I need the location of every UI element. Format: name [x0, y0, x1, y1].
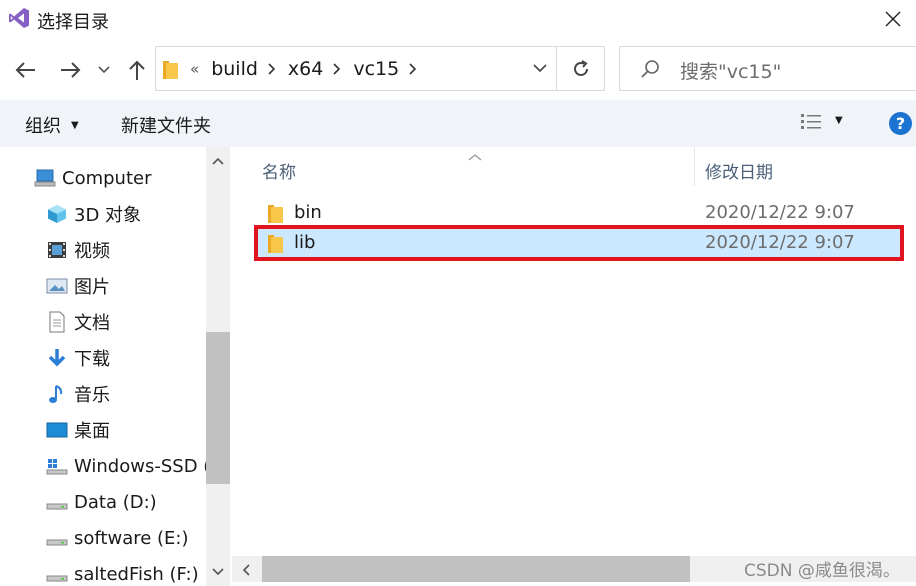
nav-item-documents[interactable]: 文档 [46, 307, 110, 337]
chevron-right-icon[interactable] [409, 62, 417, 75]
app-logo-icon [8, 7, 30, 29]
forward-arrow-icon [61, 62, 81, 78]
nav-item-label: 音乐 [74, 385, 110, 406]
column-header-name[interactable]: 名称 [262, 158, 296, 183]
question-icon: ? [895, 114, 906, 133]
back-button[interactable] [10, 56, 40, 84]
recent-locations-button[interactable] [92, 56, 116, 84]
watermark: CSDN @咸鱼很渴。 [744, 561, 900, 581]
video-icon [46, 239, 68, 261]
download-icon [46, 347, 68, 369]
refresh-button[interactable] [556, 47, 605, 90]
nav-item-label: 图片 [74, 277, 110, 298]
drive-icon [46, 491, 68, 513]
nav-item-label: Windows-SSD ( [74, 455, 211, 477]
search-placeholder: 搜索"vc15" [680, 61, 782, 83]
breadcrumb-overflow[interactable]: « [190, 60, 199, 78]
desktop-icon [46, 419, 68, 441]
nav-item-computer[interactable]: Computer [34, 163, 151, 193]
nav-item-music[interactable]: 音乐 [46, 379, 110, 409]
close-icon [885, 11, 901, 27]
breadcrumb-build[interactable]: build [211, 58, 258, 80]
nav-item-label: Data (D:) [74, 491, 157, 513]
back-arrow-icon [15, 62, 35, 78]
search-box[interactable]: 搜索"vc15" [619, 46, 916, 91]
annotation-highlight-box [254, 225, 904, 261]
window-title: 选择目录 [37, 12, 109, 33]
organize-label: 组织 [25, 116, 61, 137]
breadcrumb: « build x64 vc15 [190, 47, 429, 90]
nav-item-label: Computer [62, 167, 152, 189]
nav-item-desktop[interactable]: 桌面 [46, 415, 110, 445]
nav-item-label: 3D 对象 [74, 205, 142, 226]
nav-item-downloads[interactable]: 下载 [46, 343, 110, 373]
navigation-pane: Computer 3D 对象 视频 图片 文档 下载 音乐 桌面 Windows… [0, 147, 231, 586]
chevron-down-icon [533, 64, 547, 73]
chevron-right-icon[interactable] [333, 62, 341, 75]
search-icon [640, 59, 660, 83]
nav-item-label: software (E:) [74, 527, 189, 549]
chevron-down-icon [98, 66, 110, 74]
column-header-date-modified[interactable]: 修改日期 [705, 158, 773, 183]
forward-button[interactable] [56, 56, 86, 84]
navigation-row: « build x64 vc15 搜索"vc15" [0, 38, 916, 100]
3d-objects-icon [46, 203, 68, 225]
close-button[interactable] [870, 0, 916, 38]
sort-ascending-icon [468, 146, 482, 165]
horizontal-scrollbar-thumb[interactable] [262, 556, 690, 582]
help-button[interactable]: ? [889, 112, 912, 135]
organize-menu-button[interactable]: 组织 ▼ [25, 112, 79, 138]
refresh-icon [574, 59, 588, 76]
breadcrumb-x64[interactable]: x64 [288, 58, 323, 80]
nav-item-pictures[interactable]: 图片 [46, 271, 110, 301]
up-button[interactable] [122, 56, 152, 84]
nav-item-label: 视频 [74, 241, 110, 262]
up-arrow-icon [129, 60, 145, 80]
nav-scrollbar-thumb[interactable] [206, 332, 230, 484]
drive-icon [46, 563, 68, 585]
file-date: 2020/12/22 9:07 [705, 202, 855, 223]
nav-item-video[interactable]: 视频 [46, 235, 110, 265]
drive-icon [46, 455, 68, 477]
file-row-bin[interactable]: bin 2020/12/22 9:07 [258, 199, 904, 227]
documents-icon [46, 311, 68, 333]
nav-item-saltedfish-f[interactable]: saltedFish (F:) [46, 559, 199, 586]
file-name: bin [294, 202, 322, 223]
computer-icon [34, 167, 56, 189]
caret-down-icon: ▼ [71, 119, 79, 131]
nav-item-label: 桌面 [74, 421, 110, 442]
address-bar[interactable]: « build x64 vc15 [155, 46, 605, 91]
new-folder-button[interactable]: 新建文件夹 [121, 112, 211, 138]
nav-item-software-e[interactable]: software (E:) [46, 523, 189, 553]
column-divider[interactable] [694, 148, 695, 186]
nav-item-3d-objects[interactable]: 3D 对象 [46, 199, 141, 229]
scroll-up-icon[interactable] [212, 157, 224, 165]
view-options-icon[interactable] [800, 112, 824, 138]
command-bar: 组织 ▼ 新建文件夹 ▼ ? [0, 100, 916, 147]
drive-icon [46, 527, 68, 549]
caret-down-icon[interactable]: ▼ [835, 115, 843, 126]
nav-item-label: saltedFish (F:) [74, 563, 199, 585]
nav-item-label: 下载 [74, 349, 110, 370]
music-icon [46, 383, 68, 405]
address-dropdown-button[interactable] [524, 47, 556, 90]
breadcrumb-vc15[interactable]: vc15 [353, 58, 399, 80]
title-bar: 选择目录 [0, 0, 916, 38]
scroll-left-icon[interactable] [242, 564, 250, 576]
nav-item-data-d[interactable]: Data (D:) [46, 487, 157, 517]
chevron-right-icon[interactable] [268, 62, 276, 75]
pictures-icon [46, 275, 68, 297]
folder-icon [163, 59, 179, 83]
nav-item-label: 文档 [74, 313, 110, 334]
scroll-down-icon[interactable] [212, 568, 224, 576]
nav-item-windows-ssd[interactable]: Windows-SSD ( [46, 451, 210, 481]
